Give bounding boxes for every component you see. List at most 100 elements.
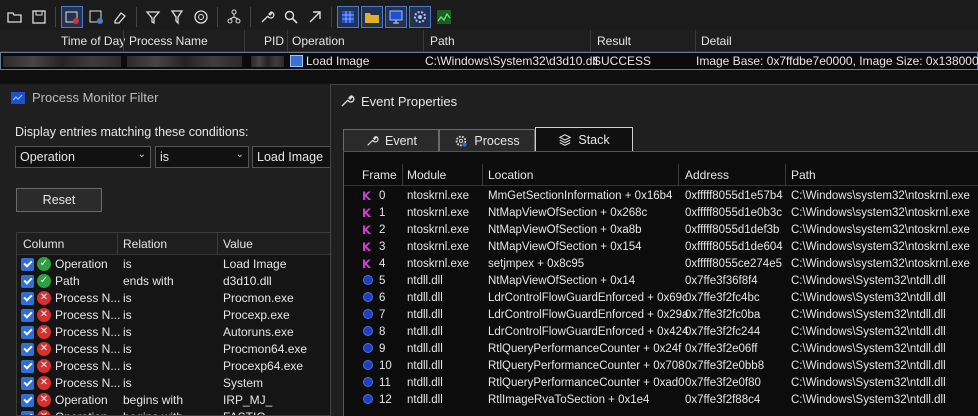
checkbox[interactable] bbox=[21, 394, 34, 407]
column-divider[interactable] bbox=[785, 164, 786, 186]
stack-frame-address: 0x7ffe3f2fc0ba bbox=[685, 309, 761, 321]
jump-icon[interactable] bbox=[304, 6, 326, 28]
column-divider[interactable] bbox=[423, 30, 424, 52]
column-path[interactable]: Path bbox=[430, 34, 455, 48]
checkbox[interactable] bbox=[21, 326, 34, 339]
filter-rule-row[interactable]: ✕ Process N... is Autoruns.exe bbox=[17, 324, 332, 341]
profiling-icon[interactable] bbox=[433, 6, 455, 28]
stack-frame-row[interactable]: K 3 ntoskrnl.exe NtMapViewOfSection + 0x154… bbox=[344, 240, 978, 257]
column-divider[interactable] bbox=[117, 233, 118, 255]
column-result[interactable]: Result bbox=[597, 34, 631, 48]
checkbox[interactable] bbox=[21, 309, 34, 322]
save-icon[interactable] bbox=[28, 6, 50, 28]
filter-column-select[interactable]: Operation ⌄ bbox=[15, 146, 151, 168]
filter-rule-row[interactable]: ✕ Process N... is Procexp64.exe bbox=[17, 358, 332, 375]
column-divider[interactable] bbox=[590, 30, 591, 52]
registry-icon[interactable] bbox=[337, 5, 359, 28]
highlight-icon[interactable] bbox=[166, 6, 188, 28]
column-divider[interactable] bbox=[287, 30, 288, 52]
stack-frame-row[interactable]: 10 ntdll.dll RtlQueryPerformanceCounter + … bbox=[344, 359, 978, 376]
stack-header-path[interactable]: Path bbox=[791, 168, 816, 182]
process-tree-icon[interactable] bbox=[223, 6, 245, 28]
filter-rule-row[interactable]: ✕ Process N... is Procmon64.exe bbox=[17, 341, 332, 358]
filter-value-select[interactable]: Load Image bbox=[252, 146, 332, 168]
include-process-icon[interactable] bbox=[190, 6, 212, 28]
column-detail[interactable]: Detail bbox=[701, 34, 732, 48]
stack-header-frame[interactable]: Frame bbox=[362, 168, 397, 182]
stack-frame-row[interactable]: 9 ntdll.dll RtlQueryPerformanceCounter + 0… bbox=[344, 342, 978, 359]
stack-frame-module: ntdll.dll bbox=[407, 343, 443, 355]
filter-header-column[interactable]: Column bbox=[23, 237, 64, 251]
checkbox[interactable] bbox=[21, 377, 34, 390]
stack-frame-number: 3 bbox=[379, 241, 386, 253]
column-divider[interactable] bbox=[217, 233, 218, 255]
stack-frame-row[interactable]: K 2 ntoskrnl.exe NtMapViewOfSection + 0xa8b… bbox=[344, 223, 978, 240]
column-process-name[interactable]: Process Name bbox=[129, 34, 208, 48]
filter-header-value[interactable]: Value bbox=[223, 237, 253, 251]
stack-frame-row[interactable]: K 1 ntoskrnl.exe NtMapViewOfSection + 0x268… bbox=[344, 206, 978, 223]
tab-event[interactable]: Event bbox=[343, 129, 439, 151]
stack-frame-row[interactable]: 8 ntdll.dll LdrControlFlowGuardEnforced + … bbox=[344, 325, 978, 342]
stack-frame-row[interactable]: 6 ntdll.dll LdrControlFlowGuardEnforced + … bbox=[344, 291, 978, 308]
filter-relation-select[interactable]: is ⌄ bbox=[155, 146, 249, 168]
filter-rule-relation: is bbox=[123, 359, 132, 373]
stack-frame-number: 2 bbox=[379, 224, 386, 236]
checkbox[interactable] bbox=[21, 258, 34, 271]
checkbox[interactable] bbox=[21, 411, 34, 415]
filter-icon[interactable] bbox=[142, 6, 164, 28]
stack-frame-number: 4 bbox=[379, 258, 386, 270]
stack-frame-row[interactable]: 12 ntdll.dll RtlImageRvaToSection + 0x1e4 0… bbox=[344, 393, 978, 410]
filter-rule-row[interactable]: ✕ Operation begins with IRP_MJ_ bbox=[17, 392, 332, 409]
filter-rule-row[interactable]: ✕ Process N... is Procmon.exe bbox=[17, 290, 332, 307]
network-icon[interactable] bbox=[385, 5, 407, 28]
filter-rule-row[interactable]: ✓ Operation is Load Image bbox=[17, 256, 332, 273]
reset-button[interactable]: Reset bbox=[16, 188, 102, 212]
process-thread-icon[interactable] bbox=[409, 5, 431, 28]
filter-rule-column: Process N... bbox=[55, 308, 121, 322]
stack-header-location[interactable]: Location bbox=[488, 168, 533, 182]
filter-rule-value: Load Image bbox=[223, 257, 287, 271]
column-divider[interactable] bbox=[402, 164, 403, 186]
clear-icon[interactable] bbox=[109, 6, 131, 28]
filter-rule-column: Process N... bbox=[55, 342, 121, 356]
filter-rule-relation: ends with bbox=[123, 274, 174, 288]
stack-frame-number: 9 bbox=[379, 343, 386, 355]
stack-frame-row[interactable]: 11 ntdll.dll RtlQueryPerformanceCounter + … bbox=[344, 376, 978, 393]
stack-header-address[interactable]: Address bbox=[685, 168, 729, 182]
stack-frame-row[interactable]: K 4 ntoskrnl.exe setjmpex + 0x8c95 0xfffff80… bbox=[344, 257, 978, 274]
column-pid[interactable]: PID bbox=[264, 34, 284, 48]
stack-frame-path: C:\Windows\System32\ntdll.dll bbox=[791, 292, 946, 304]
autoscroll-icon[interactable] bbox=[85, 6, 107, 28]
filter-rule-row[interactable]: ✕ Process N... is Procexp.exe bbox=[17, 307, 332, 324]
filter-rule-row[interactable]: ✕ Process N... is System bbox=[17, 375, 332, 392]
column-divider[interactable] bbox=[123, 30, 124, 52]
filter-rule-column: Operation bbox=[55, 257, 108, 271]
checkbox[interactable] bbox=[21, 360, 34, 373]
stack-header-module[interactable]: Module bbox=[407, 168, 446, 182]
find-icon[interactable] bbox=[280, 6, 302, 28]
file-system-icon[interactable] bbox=[361, 5, 383, 28]
filter-header-relation[interactable]: Relation bbox=[123, 237, 167, 251]
tab-stack[interactable]: Stack bbox=[535, 127, 633, 152]
column-time-of-day[interactable]: Time of Day bbox=[61, 34, 125, 48]
stack-frame-row[interactable]: 7 ntdll.dll LdrControlFlowGuardEnforced + … bbox=[344, 308, 978, 325]
column-divider[interactable] bbox=[244, 30, 245, 52]
stack-frame-row[interactable]: K 0 ntoskrnl.exe MmGetSectionInformation + … bbox=[344, 189, 978, 206]
tab-process[interactable]: Process bbox=[439, 129, 535, 151]
open-icon[interactable] bbox=[4, 6, 26, 28]
capture-icon[interactable] bbox=[61, 5, 83, 28]
filter-rule-row[interactable]: ✕ Operation begins with FASTIO_ bbox=[17, 409, 332, 415]
filter-rule-row[interactable]: ✓ Path ends with d3d10.dll bbox=[17, 273, 332, 290]
toolbar-separator bbox=[136, 6, 137, 27]
checkbox[interactable] bbox=[21, 275, 34, 288]
checkbox[interactable] bbox=[21, 292, 34, 305]
column-divider[interactable] bbox=[482, 164, 483, 186]
stack-frame-module: ntdll.dll bbox=[407, 377, 443, 389]
properties-icon[interactable] bbox=[256, 6, 278, 28]
column-divider[interactable] bbox=[678, 164, 679, 186]
column-operation[interactable]: Operation bbox=[292, 34, 345, 48]
column-divider[interactable] bbox=[695, 30, 696, 52]
event-row[interactable]: Load Image C:\Windows\System32\d3d10.dll… bbox=[0, 52, 978, 70]
checkbox[interactable] bbox=[21, 343, 34, 356]
stack-frame-row[interactable]: 5 ntdll.dll NtMapViewOfSection + 0x14 0x7ff… bbox=[344, 274, 978, 291]
